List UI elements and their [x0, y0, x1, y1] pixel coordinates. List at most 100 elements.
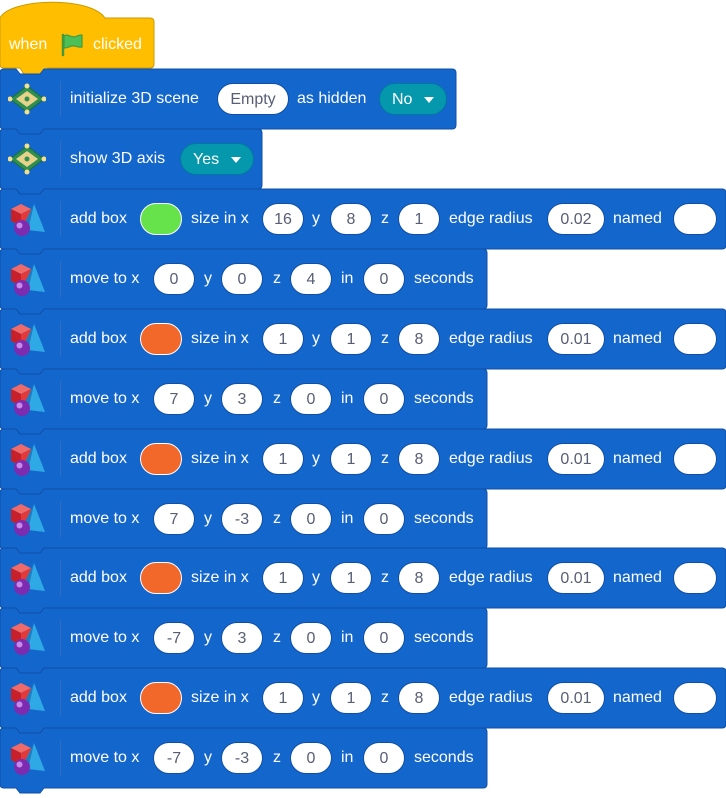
name-input[interactable] [673, 203, 717, 235]
move-to-block[interactable]: move to x 7 y -3 z 0 in 0 seconds [0, 488, 488, 555]
move-x-input[interactable]: -7 [153, 742, 195, 774]
box-color-swatch[interactable] [140, 682, 182, 714]
move-y-input[interactable]: -3 [221, 503, 263, 535]
edge-radius-input[interactable]: 0.02 [547, 203, 605, 235]
3d-shapes-icon [11, 324, 45, 356]
move-y-input[interactable]: 0 [221, 263, 263, 295]
size-y-input[interactable]: 1 [330, 562, 372, 594]
move-z-input[interactable]: 4 [290, 263, 332, 295]
3d-shapes-icon [11, 444, 45, 476]
size-x-input[interactable]: 16 [262, 203, 304, 235]
move-to-block[interactable]: move to x -7 y -3 z 0 in 0 seconds [0, 727, 488, 794]
scene-input[interactable]: Empty [217, 83, 289, 115]
move-x-input[interactable]: 7 [153, 383, 195, 415]
move-y-input[interactable]: -3 [221, 742, 263, 774]
size-z-input[interactable]: 1 [398, 203, 440, 235]
name-input[interactable] [673, 562, 717, 594]
edge-radius-label: edge radius [449, 689, 533, 706]
size-x-input[interactable]: 1 [262, 562, 304, 594]
3d-shapes-icon [11, 563, 45, 595]
name-input[interactable] [673, 323, 717, 355]
size-y-input[interactable]: 1 [330, 682, 372, 714]
hidden-dropdown[interactable]: No [379, 83, 447, 115]
box-color-swatch[interactable] [140, 203, 182, 235]
green-flag-icon[interactable] [59, 33, 85, 57]
show-3d-axis-block[interactable]: show 3D axis Yes [0, 128, 263, 195]
size-y-input[interactable]: 1 [330, 323, 372, 355]
add-box-label: add box [70, 330, 127, 347]
size-x-label: size in x [191, 569, 249, 586]
axis-dropdown[interactable]: Yes [180, 143, 254, 175]
hat-clicked-label: clicked [93, 36, 142, 53]
hidden-dropdown-value: No [392, 91, 413, 108]
move-time-input[interactable]: 0 [363, 263, 405, 295]
add-box-block[interactable]: add box size in x 1 y 1 z 8 edge radius … [0, 547, 726, 614]
in-label: in [341, 270, 354, 287]
box-color-swatch[interactable] [140, 443, 182, 475]
name-input[interactable] [673, 443, 717, 475]
move-z-input[interactable]: 0 [290, 383, 332, 415]
size-x-label: size in x [191, 450, 249, 467]
move-time-input[interactable]: 0 [363, 503, 405, 535]
size-x-input[interactable]: 1 [262, 323, 304, 355]
move-x-input[interactable]: 0 [153, 263, 195, 295]
add-box-block[interactable]: add box size in x 1 y 1 z 8 edge radius … [0, 667, 726, 734]
box-color-swatch[interactable] [140, 562, 182, 594]
axis-label: show 3D axis [70, 150, 166, 167]
size-x-input[interactable]: 1 [262, 682, 304, 714]
size-x-label: size in x [191, 210, 249, 227]
seconds-label: seconds [414, 749, 474, 766]
move-y-input[interactable]: 3 [221, 622, 263, 654]
edge-radius-input[interactable]: 0.01 [547, 443, 605, 475]
move-x-input[interactable]: -7 [153, 622, 195, 654]
add-box-block[interactable]: add box size in x 16 y 8 z 1 edge radius… [0, 188, 726, 255]
icon-separator [60, 620, 61, 656]
box-color-swatch[interactable] [140, 323, 182, 355]
edge-radius-input[interactable]: 0.01 [547, 562, 605, 594]
size-z-input[interactable]: 8 [398, 682, 440, 714]
edge-radius-input[interactable]: 0.01 [547, 682, 605, 714]
name-input[interactable] [673, 682, 717, 714]
icon-separator [60, 441, 61, 477]
move-to-block[interactable]: move to x 0 y 0 z 4 in 0 seconds [0, 248, 488, 315]
y-label: y [204, 270, 212, 287]
move-y-input[interactable]: 3 [221, 383, 263, 415]
add-box-block[interactable]: add box size in x 1 y 1 z 8 edge radius … [0, 308, 726, 375]
axis-dropdown-value: Yes [193, 151, 220, 168]
move-time-input[interactable]: 0 [363, 383, 405, 415]
named-label: named [613, 689, 662, 706]
move-to-block[interactable]: move to x -7 y 3 z 0 in 0 seconds [0, 607, 488, 674]
move-z-input[interactable]: 0 [290, 622, 332, 654]
z-label: z [381, 569, 389, 586]
size-y-input[interactable]: 1 [330, 443, 372, 475]
add-box-block[interactable]: add box size in x 1 y 1 z 8 edge radius … [0, 428, 726, 495]
move-to-x-label: move to x [70, 749, 140, 766]
3d-shapes-icon [11, 504, 45, 536]
size-z-input[interactable]: 8 [398, 562, 440, 594]
move-time-input[interactable]: 0 [363, 622, 405, 654]
size-z-input[interactable]: 8 [398, 323, 440, 355]
in-label: in [341, 390, 354, 407]
move-to-block[interactable]: move to x 7 y 3 z 0 in 0 seconds [0, 368, 488, 435]
initialize-3d-scene-block[interactable]: initialize 3D scene Empty as hidden No [0, 68, 457, 135]
3d-shapes-icon [11, 264, 45, 296]
edge-radius-label: edge radius [449, 450, 533, 467]
size-y-input[interactable]: 8 [330, 203, 372, 235]
seconds-label: seconds [414, 390, 474, 407]
size-z-input[interactable]: 8 [398, 443, 440, 475]
edge-radius-input[interactable]: 0.01 [547, 323, 605, 355]
move-to-x-label: move to x [70, 629, 140, 646]
y-label: y [312, 450, 320, 467]
z-label: z [381, 330, 389, 347]
size-x-input[interactable]: 1 [262, 443, 304, 475]
move-z-input[interactable]: 0 [290, 742, 332, 774]
move-time-input[interactable]: 0 [363, 742, 405, 774]
move-z-input[interactable]: 0 [290, 503, 332, 535]
3d-scene-icon [8, 83, 46, 115]
hidden-label: as hidden [297, 90, 367, 107]
size-x-label: size in x [191, 330, 249, 347]
move-x-input[interactable]: 7 [153, 503, 195, 535]
add-box-label: add box [70, 569, 127, 586]
named-label: named [613, 450, 662, 467]
z-label: z [381, 450, 389, 467]
